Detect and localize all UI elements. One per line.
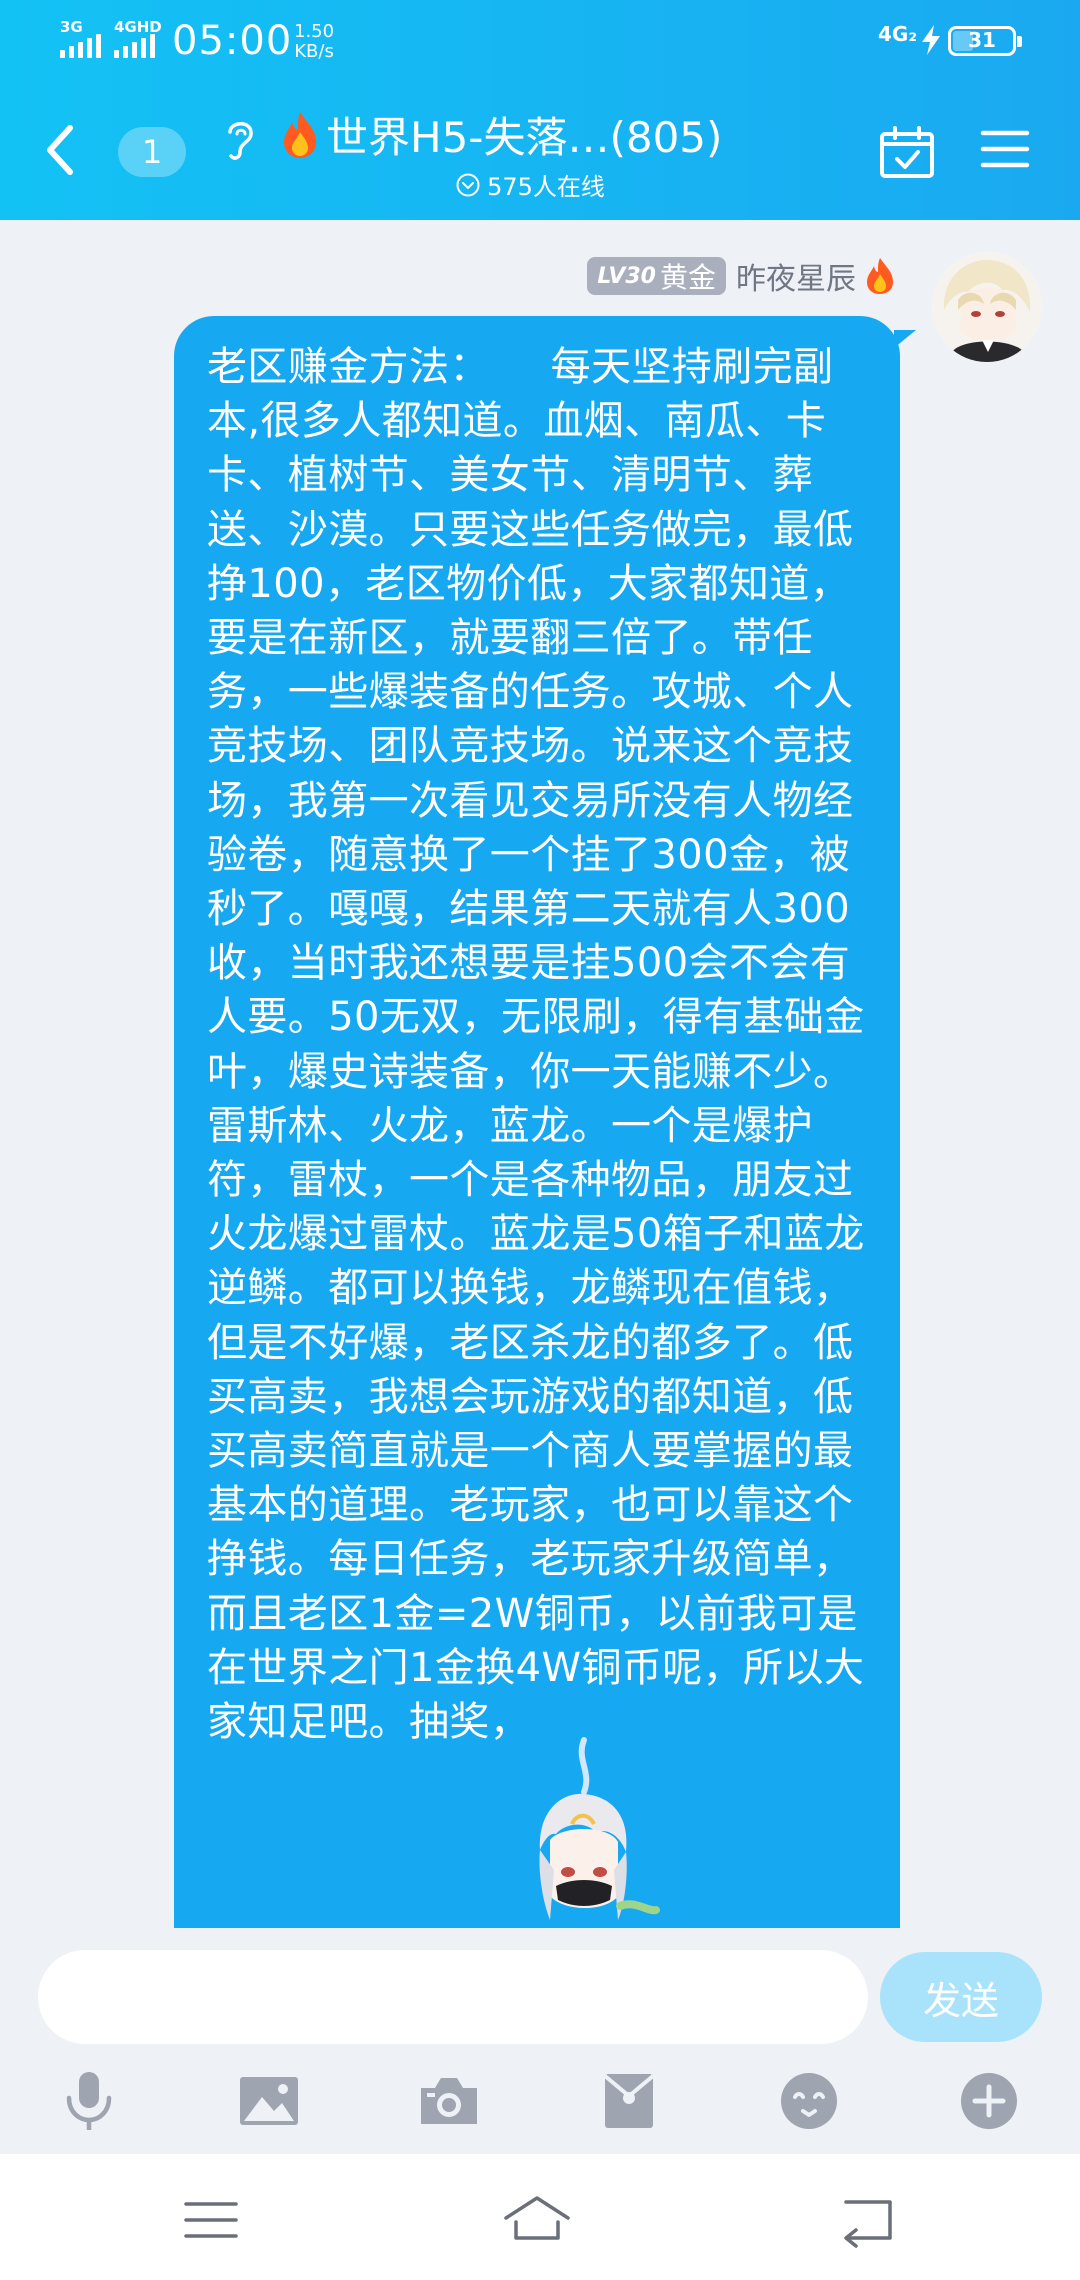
- mascot-pendant-sticker[interactable]: [480, 1700, 680, 1948]
- send-button[interactable]: 发送: [880, 1952, 1042, 2042]
- sim2-label: 4GHD: [114, 18, 162, 36]
- back-arrow-icon[interactable]: [40, 120, 80, 180]
- earpiece-mode-icon[interactable]: [218, 114, 262, 164]
- unread-count-badge[interactable]: 1: [118, 127, 186, 177]
- red-packet-icon[interactable]: [594, 2068, 664, 2134]
- image-icon[interactable]: [234, 2068, 304, 2134]
- back-icon[interactable]: [834, 2192, 904, 2248]
- message-text: 老区赚金方法： 每天坚持刷完副本,很多人都知道。血烟、南瓜、卡卡、植树节、美女节…: [207, 344, 865, 1746]
- home-icon[interactable]: [502, 2192, 572, 2248]
- online-count: 575人在线: [487, 173, 605, 201]
- fire-icon: [867, 258, 893, 294]
- charging-bolt-icon: [922, 25, 940, 55]
- chat-message-area[interactable]: LV30 黄金 昨夜星辰 老区赚金方法： 每天坚持刷完副本,很多人都知道。血烟、…: [0, 220, 1080, 1948]
- sim1-signal-icon: 3G: [60, 18, 101, 58]
- status-bar: 3G 4GHD 05:00 1.50 KB/s 4G₂ 31: [0, 0, 1080, 84]
- calendar-checkin-icon[interactable]: [878, 124, 936, 180]
- sim1-label: 3G: [60, 18, 83, 36]
- level-prefix: LV30: [597, 263, 656, 289]
- menu-icon[interactable]: [980, 128, 1030, 170]
- battery-level: 31: [968, 28, 996, 52]
- network-type: 4G₂: [878, 22, 918, 46]
- sender-info: LV30 黄金 昨夜星辰: [587, 254, 896, 298]
- plus-icon[interactable]: [954, 2068, 1024, 2134]
- network-speed: 1.50 KB/s: [294, 22, 334, 62]
- chat-title-area[interactable]: 世界H5-失落…(805) 575人在线: [280, 104, 800, 202]
- chat-title: 世界H5-失落…(805): [326, 113, 723, 162]
- fire-icon: [284, 111, 316, 158]
- level-title: 黄金: [659, 261, 716, 294]
- top-header: 3G 4GHD 05:00 1.50 KB/s 4G₂ 31 1 世界H5-失落…: [0, 0, 1080, 220]
- system-navigation-bar: [0, 2154, 1080, 2280]
- network-speed-unit: KB/s: [294, 41, 334, 62]
- message-input[interactable]: [38, 1950, 868, 2044]
- emoji-icon[interactable]: [774, 2068, 844, 2134]
- camera-icon[interactable]: [414, 2068, 484, 2134]
- battery-icon: 31: [948, 26, 1022, 56]
- sender-avatar[interactable]: [932, 252, 1042, 362]
- microphone-icon[interactable]: [54, 2068, 124, 2134]
- network-speed-value: 1.50: [294, 21, 335, 42]
- recent-apps-menu-icon[interactable]: [176, 2192, 246, 2248]
- message-composer: 发送: [0, 1928, 1080, 2048]
- sender-name[interactable]: 昨夜星辰: [736, 254, 856, 298]
- online-status-icon: [456, 173, 480, 196]
- sim2-signal-icon: 4GHD: [114, 18, 162, 58]
- composer-toolbar: [0, 2048, 1080, 2154]
- level-badge: LV30 黄金: [587, 257, 726, 295]
- clock: 05:00: [172, 18, 293, 64]
